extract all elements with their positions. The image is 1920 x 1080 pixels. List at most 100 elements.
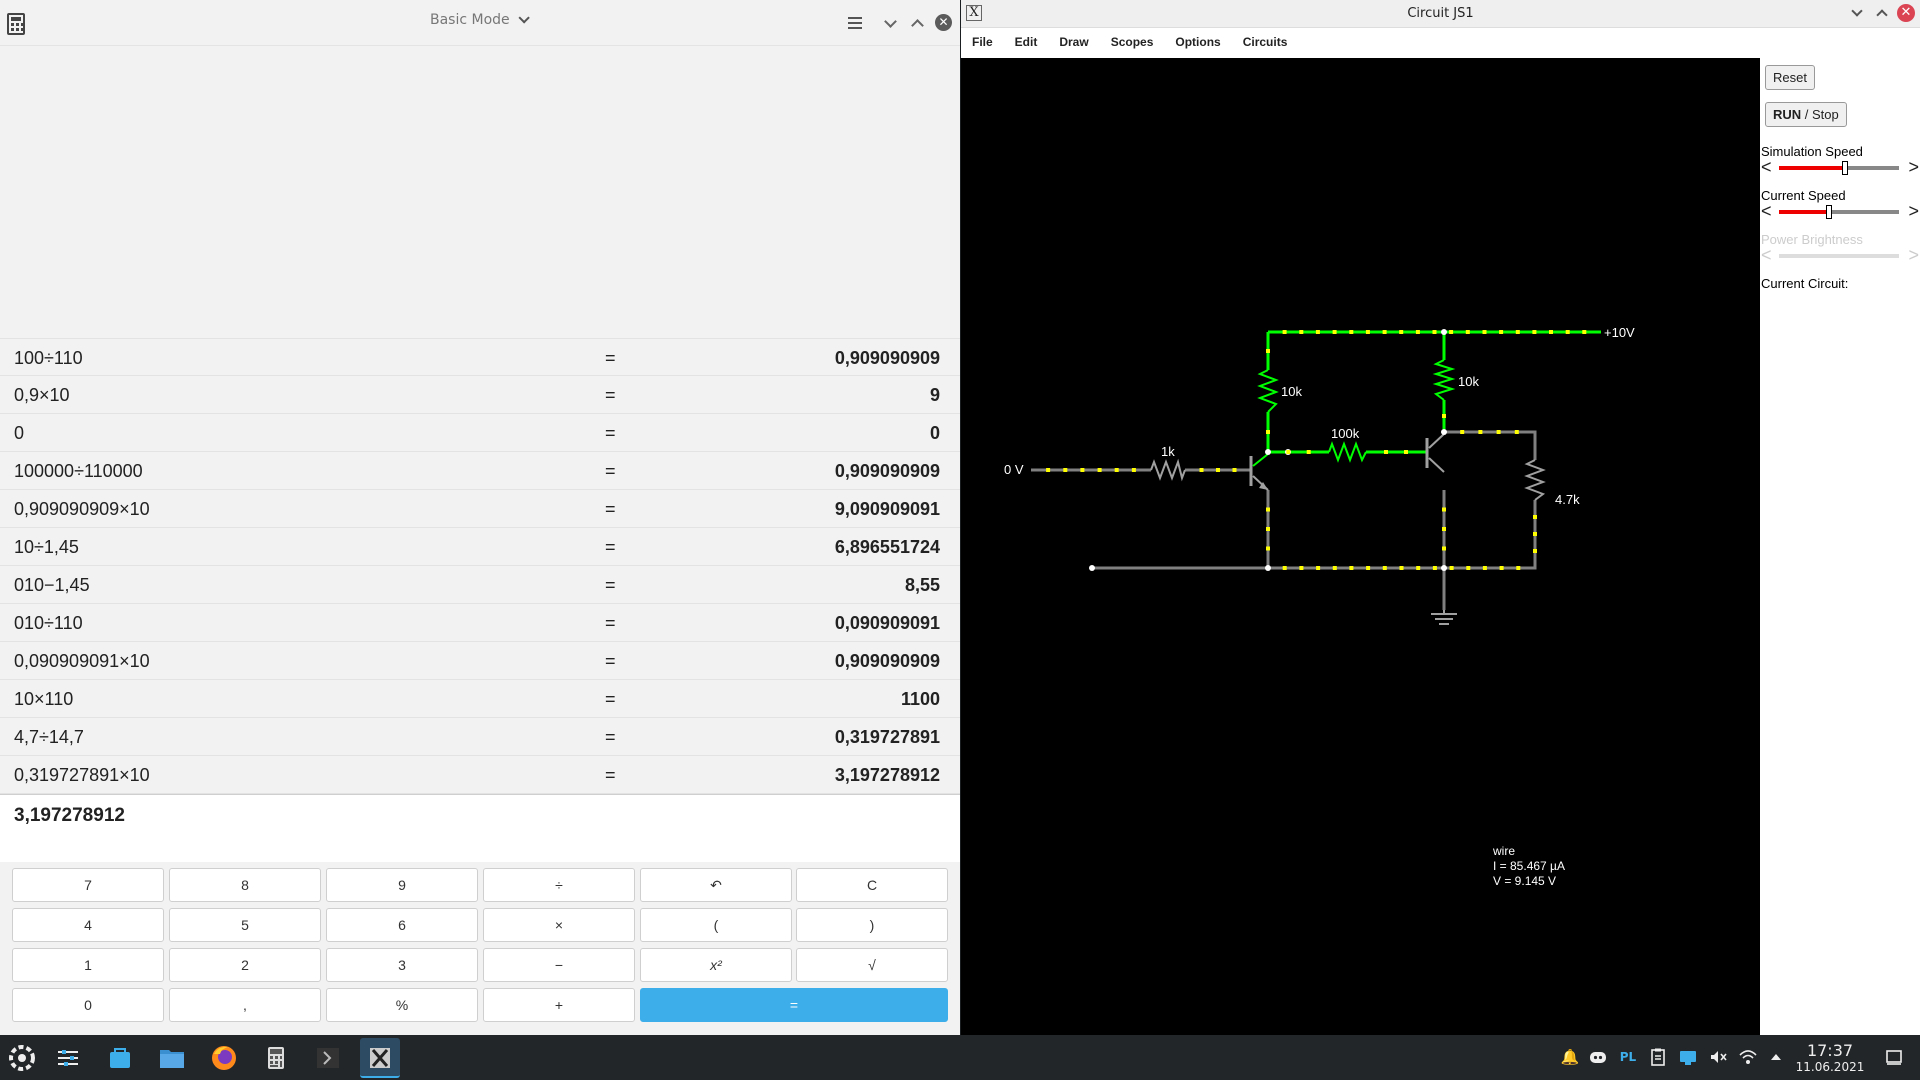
hamburger-menu-icon[interactable] xyxy=(848,17,862,29)
history-row[interactable]: 0,909090909×10 = 9,090909091 xyxy=(0,490,960,528)
current-dot xyxy=(1216,468,1220,472)
key-comma[interactable]: , xyxy=(169,988,321,1022)
maximize-icon[interactable] xyxy=(911,19,924,32)
transistor-q2[interactable] xyxy=(1425,433,1445,473)
transistor-q1[interactable] xyxy=(1249,453,1269,491)
circuit-canvas[interactable]: 0 V 1k 10k 10k 100k 4.7k +10V wire I = 8… xyxy=(961,58,1760,1035)
menu-circuits[interactable]: Circuits xyxy=(1232,29,1299,57)
history-row[interactable]: 010÷110 = 0,090909091 xyxy=(0,604,960,642)
menu-options[interactable]: Options xyxy=(1164,29,1231,57)
key-divide[interactable]: ÷ xyxy=(483,868,635,902)
current-dot xyxy=(1533,532,1537,536)
key-2[interactable]: 2 xyxy=(169,948,321,982)
key-clear[interactable]: C xyxy=(796,868,948,902)
wifi-icon[interactable] xyxy=(1738,1047,1758,1067)
volume-muted-icon[interactable] xyxy=(1708,1047,1728,1067)
calculator-display[interactable]: 3,197278912 xyxy=(0,794,960,862)
discover-store-icon[interactable] xyxy=(100,1038,140,1078)
history-row[interactable]: 100÷110 = 0,909090909 xyxy=(0,338,960,376)
keyboard-layout-indicator[interactable]: PL xyxy=(1618,1047,1638,1067)
close-icon[interactable]: ✕ xyxy=(1897,4,1915,22)
resistor-100k[interactable] xyxy=(1328,441,1367,463)
kdeconnect-icon[interactable] xyxy=(1678,1047,1698,1067)
menu-scopes[interactable]: Scopes xyxy=(1100,29,1165,57)
key-3[interactable]: 3 xyxy=(326,948,478,982)
key-0[interactable]: 0 xyxy=(12,988,164,1022)
key-add[interactable]: + xyxy=(483,988,635,1022)
key-6[interactable]: 6 xyxy=(326,908,478,942)
key-subtract[interactable]: − xyxy=(483,948,635,982)
key-square[interactable]: x² xyxy=(640,948,792,982)
history-row[interactable]: 010−1,45 = 8,55 xyxy=(0,566,960,604)
close-icon[interactable]: ✕ xyxy=(935,14,952,31)
history-row[interactable]: 0,090909091×10 = 0,909090909 xyxy=(0,642,960,680)
key-equals[interactable]: = xyxy=(640,988,948,1022)
key-9[interactable]: 9 xyxy=(326,868,478,902)
current-dot xyxy=(1515,330,1520,334)
circuitjs-task-icon[interactable] xyxy=(360,1038,400,1078)
history-row[interactable]: 100000÷110000 = 0,909090909 xyxy=(0,452,960,490)
chevron-left-icon[interactable]: < xyxy=(1761,202,1772,220)
notifications-icon[interactable]: 🔔 xyxy=(1560,1047,1580,1067)
key-left-paren[interactable]: ( xyxy=(640,908,792,942)
key-right-paren[interactable]: ) xyxy=(796,908,948,942)
key-1[interactable]: 1 xyxy=(12,948,164,982)
resistor-1k[interactable] xyxy=(1150,458,1186,482)
key-multiply[interactable]: × xyxy=(483,908,635,942)
run-stop-button[interactable]: RUN / Stop xyxy=(1765,102,1847,127)
history-result: 9 xyxy=(929,385,940,405)
current-dot xyxy=(1482,566,1487,570)
current-dot xyxy=(1466,566,1471,570)
history-row[interactable]: 10×110 = 1100 xyxy=(0,680,960,718)
calculator-task-icon[interactable] xyxy=(256,1038,296,1078)
firefox-icon[interactable] xyxy=(204,1038,244,1078)
menu-edit[interactable]: Edit xyxy=(1004,29,1049,57)
ground-symbol[interactable] xyxy=(1431,610,1457,625)
key-undo[interactable]: ↶ xyxy=(640,868,792,902)
app-launcher-icon[interactable] xyxy=(2,1038,42,1078)
current-dot xyxy=(1514,430,1519,434)
key-sqrt[interactable]: √ xyxy=(796,948,948,982)
resistor-10k-right[interactable] xyxy=(1432,359,1456,401)
show-desktop-icon[interactable] xyxy=(1884,1047,1904,1067)
discord-icon[interactable] xyxy=(1588,1047,1608,1067)
minimize-icon[interactable] xyxy=(884,15,897,28)
current-dot xyxy=(1046,468,1051,472)
key-5[interactable]: 5 xyxy=(169,908,321,942)
resistor-10k-left[interactable] xyxy=(1257,369,1279,413)
history-row[interactable]: 0,9×10 = 9 xyxy=(0,376,960,414)
resistor-4k7[interactable] xyxy=(1524,459,1546,501)
circuit-schematic[interactable]: 0 V 1k 10k 10k 100k 4.7k +10V xyxy=(961,58,1760,1035)
chevron-right-icon[interactable]: > xyxy=(1908,158,1919,176)
key-8[interactable]: 8 xyxy=(169,868,321,902)
clock[interactable]: 17:37 11.06.2021 xyxy=(1788,1041,1872,1074)
history-row[interactable]: 0 = 0 xyxy=(0,414,960,452)
key-4[interactable]: 4 xyxy=(12,908,164,942)
file-manager-icon[interactable] xyxy=(152,1038,192,1078)
reset-button[interactable]: Reset xyxy=(1765,65,1815,90)
chevron-left-icon[interactable]: < xyxy=(1761,158,1772,176)
current-speed-slider[interactable]: < > xyxy=(1761,202,1919,220)
history-result: 9,090909091 xyxy=(834,499,940,519)
mode-selector[interactable]: Basic Mode xyxy=(430,12,530,28)
history-row[interactable]: 0,319727891×10 = 3,197278912 xyxy=(0,756,960,794)
junction-node xyxy=(1441,565,1447,571)
tray-expand-icon[interactable] xyxy=(1766,1047,1786,1067)
key-7[interactable]: 7 xyxy=(12,868,164,902)
menu-draw[interactable]: Draw xyxy=(1048,29,1099,57)
wire-output[interactable] xyxy=(1444,430,1537,460)
clipboard-icon[interactable] xyxy=(1648,1047,1668,1067)
chevron-right-icon[interactable]: > xyxy=(1908,202,1919,220)
sim-speed-slider[interactable]: < > xyxy=(1761,158,1919,176)
slider-thumb[interactable] xyxy=(1826,205,1833,219)
chevron-right-icon: > xyxy=(1908,245,1919,265)
history-row[interactable]: 10÷1,45 = 6,896551724 xyxy=(0,528,960,566)
system-settings-icon[interactable] xyxy=(48,1038,88,1078)
key-percent[interactable]: % xyxy=(326,988,478,1022)
konsole-icon[interactable] xyxy=(308,1038,348,1078)
clock-date: 11.06.2021 xyxy=(1795,1060,1865,1074)
menu-file[interactable]: File xyxy=(961,29,1004,57)
wire-ground-rail[interactable] xyxy=(1266,490,1537,570)
slider-thumb[interactable] xyxy=(1842,161,1848,175)
history-row[interactable]: 4,7÷14,7 = 0,319727891 xyxy=(0,718,960,756)
